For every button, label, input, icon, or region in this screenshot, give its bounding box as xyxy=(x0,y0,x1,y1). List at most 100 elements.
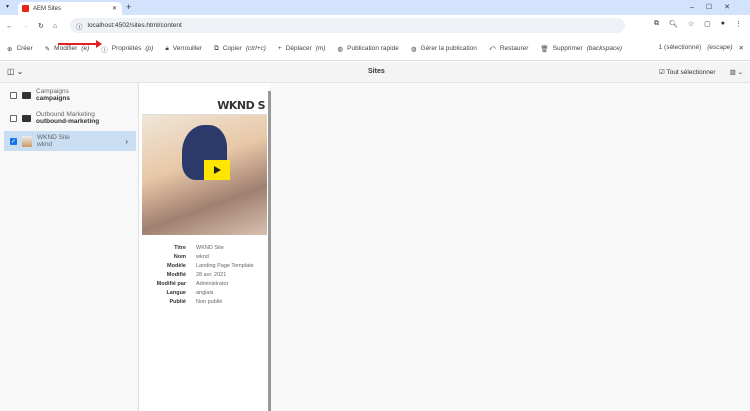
properties-list: Titre WKND Site Nom wknd Modèle Landing Page … xyxy=(149,245,254,308)
property-key: Modifié par xyxy=(156,281,186,287)
property-value: Landing Page Template xyxy=(196,263,254,269)
chevron-right-icon[interactable]: › xyxy=(125,137,128,146)
select-all-label: Tout sélectionner xyxy=(666,69,716,76)
property-row: Nom wknd xyxy=(149,254,254,263)
preview-card: WKND S xyxy=(142,95,267,235)
title-bar: ◫ ⌄ Sites ☑ Tout sélectionner ▥ ⌄ xyxy=(0,62,750,83)
site-info-icon[interactable]: ⓘ xyxy=(76,21,83,31)
property-value: WKND Site xyxy=(196,245,224,251)
action-gérer-la-publication[interactable]: ◍ Gérer la publication xyxy=(411,45,477,53)
action-label: Déplacer xyxy=(285,45,312,52)
action-label: Publication rapide xyxy=(347,45,399,52)
property-value: Administrator xyxy=(196,281,229,287)
property-key: Modifié xyxy=(166,272,186,278)
action-propriétés[interactable]: ⓘ Propriétés (p) xyxy=(101,44,153,54)
action-verrouiller[interactable]: 🔒︎ Verrouiller xyxy=(165,45,202,53)
item-checkbox[interactable]: ✓ xyxy=(10,137,17,145)
action-modifier[interactable]: ✎ Modifier (e) xyxy=(45,45,90,53)
action-label: Verrouiller xyxy=(172,45,203,52)
property-row: Modifié par Administrator xyxy=(149,281,254,290)
view-switcher-icon[interactable]: ▥ ⌄ xyxy=(730,68,743,76)
action-copier[interactable]: ⧉ Copier (ctrl+c) xyxy=(214,45,266,53)
folder-icon xyxy=(22,91,31,99)
action-publication-rapide[interactable]: ◍ Publication rapide xyxy=(337,45,398,53)
property-row: Langue anglais xyxy=(149,290,254,299)
extensions[interactable]: ⧉ 🔍︎ ☆ ▢ ● ⋮ xyxy=(654,20,742,28)
action-shortcut: (ctrl+c) xyxy=(245,45,266,52)
action-créer[interactable]: ⊕ Créer xyxy=(7,45,33,53)
item-title: WKND Site xyxy=(37,134,70,141)
url-input[interactable]: ⓘ localhost:4502/sites.html/content xyxy=(70,18,625,33)
translate-icon[interactable]: ⧉ xyxy=(654,20,659,28)
action-shortcut: (p) xyxy=(145,45,154,52)
action-label: Propriétés xyxy=(111,45,142,52)
property-key: Titre xyxy=(174,245,186,251)
item-checkbox[interactable] xyxy=(10,91,17,99)
list-item[interactable]: ✓ WKND Site wknd › xyxy=(4,131,136,151)
new-tab-button[interactable]: + xyxy=(126,2,131,12)
site-thumbnail xyxy=(22,135,32,147)
property-key: Langue xyxy=(166,290,186,296)
escape-hint: (escape) xyxy=(707,44,733,51)
selection-count: 1 (sélectionné) xyxy=(658,44,702,51)
select-all-button[interactable]: ☑ Tout sélectionner xyxy=(659,68,716,76)
back-icon[interactable]: ← xyxy=(6,23,13,30)
browser-tab[interactable]: AEM Sites ✕ xyxy=(18,2,122,15)
page-title: Sites xyxy=(368,68,385,75)
globe-icon: ◍ xyxy=(337,45,344,53)
property-row: Modèle Landing Page Template xyxy=(149,263,254,272)
address-bar: ← → ↻ ⌂ ⓘ localhost:4502/sites.html/conte… xyxy=(0,15,750,37)
action-supprimer[interactable]: 🗑︎ Supprimer (backspace) xyxy=(540,45,622,53)
move-icon: + xyxy=(277,45,282,52)
folder-icon xyxy=(22,114,31,122)
preview-column: WKND S Titre WKND Site Nom wknd Modèle Landin… xyxy=(138,83,270,411)
action-label: Copier xyxy=(222,45,242,52)
browser-tab-bar: ▾ AEM Sites ✕ + –☐✕ xyxy=(0,0,750,15)
lock-icon: 🔒︎ xyxy=(165,44,169,52)
list-item[interactable]: Campaigns campaigns xyxy=(4,85,136,105)
action-déplacer[interactable]: + Déplacer (m) xyxy=(278,45,326,52)
item-title: Outbound Marketing xyxy=(36,111,95,118)
property-key: Nom xyxy=(173,254,186,260)
list-item[interactable]: Outbound Marketing outbound-marketing xyxy=(4,108,136,128)
scrollbar[interactable] xyxy=(268,91,271,411)
property-row: Modifié 28 avr. 2021 xyxy=(149,272,254,281)
restore-icon: ⤺ xyxy=(488,44,496,52)
window-controls[interactable]: –☐✕ xyxy=(690,3,742,11)
star-icon[interactable]: ☆ xyxy=(688,20,694,28)
action-shortcut: (backspace) xyxy=(586,45,623,52)
rail-toggle-icon[interactable]: ◫ ⌄ xyxy=(7,67,23,76)
preview-brand: WKND S xyxy=(142,95,267,115)
info-icon: ⓘ xyxy=(101,46,108,54)
copy-icon: ⧉ xyxy=(214,44,219,52)
reload-icon[interactable]: ↻ xyxy=(38,22,44,30)
tab-list-icon[interactable]: ▾ xyxy=(6,3,9,10)
globe-manage-icon: ◍ xyxy=(410,45,417,53)
play-icon[interactable] xyxy=(204,160,230,180)
profile-icon[interactable]: ● xyxy=(721,20,725,28)
aem-favicon-icon xyxy=(22,5,29,12)
property-key: Publié xyxy=(169,299,186,305)
item-name: outbound-marketing xyxy=(36,118,100,125)
menu-icon[interactable]: ⋮ xyxy=(735,20,742,28)
property-row: Titre WKND Site xyxy=(149,245,254,254)
action-shortcut: (m) xyxy=(315,45,326,52)
close-tab-icon[interactable]: ✕ xyxy=(112,5,117,12)
action-bar: ⊕ Créer ✎ Modifier (e) ⓘ Propriétés (p) 🔒︎ Verrou… xyxy=(0,37,750,61)
zoom-icon[interactable]: 🔍︎ xyxy=(669,20,678,28)
forward-icon[interactable]: → xyxy=(22,23,29,30)
property-value: 28 avr. 2021 xyxy=(196,272,227,278)
close-selection-icon[interactable]: ✕ xyxy=(739,44,744,52)
annotation-arrow xyxy=(58,40,102,48)
home-icon[interactable]: ⌂ xyxy=(53,23,57,30)
plus-circle-icon: ⊕ xyxy=(7,45,13,53)
property-row: Publié Non publié xyxy=(149,299,254,308)
trash-icon: 🗑︎ xyxy=(540,45,549,53)
action-restaurer[interactable]: ⤺ Restaurer xyxy=(489,45,529,53)
property-value: wknd xyxy=(196,254,209,260)
action-shortcut: (e) xyxy=(81,45,90,52)
item-checkbox[interactable] xyxy=(10,114,17,122)
property-key: Modèle xyxy=(167,263,186,269)
item-title: Campaigns xyxy=(36,88,69,95)
extension-icon[interactable]: ▢ xyxy=(704,20,711,28)
